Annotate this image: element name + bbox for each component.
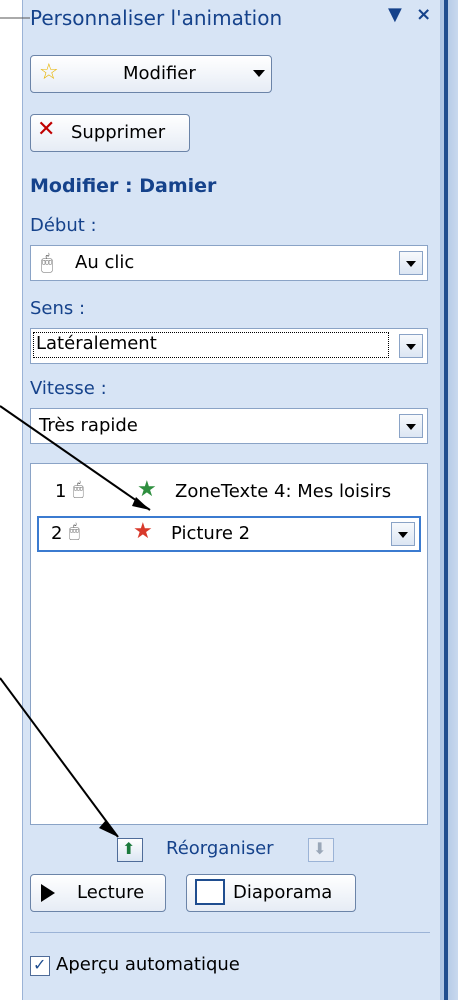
item-label: ZoneTexte 4: Mes loisirs [175, 481, 392, 502]
delete-icon: ✕ [37, 117, 56, 142]
remove-button[interactable]: ✕ Supprimer [30, 114, 190, 152]
title-buttons: ▼ × [380, 4, 431, 25]
effect-icon: ★ [133, 519, 153, 544]
chevron-down-icon [253, 70, 265, 77]
entrance-effect-icon: ★ [137, 477, 157, 502]
slideshow-icon [195, 879, 225, 905]
auto-preview-checkbox[interactable]: ✓ [30, 955, 50, 976]
direction-label: Sens : [30, 298, 86, 319]
mouse-icon: 🖱 [73, 479, 84, 500]
speed-value: Très rapide [39, 415, 138, 436]
remove-button-label: Supprimer [71, 122, 166, 143]
list-item[interactable]: 1 🖱 ★ ZoneTexte 4: Mes loisirs [37, 476, 417, 508]
section-heading: Modifier : Damier [30, 175, 217, 197]
speed-label: Vitesse : [30, 378, 107, 399]
play-button-label: Lecture [77, 882, 145, 903]
item-number: 2 [51, 523, 63, 544]
auto-preview-label: Aperçu automatique [56, 954, 240, 975]
animation-list[interactable]: 1 🖱 ★ ZoneTexte 4: Mes loisirs 2 🖱 ★ Pic… [30, 463, 428, 825]
start-select[interactable]: 🖱 Au clic [30, 245, 428, 281]
chevron-down-icon[interactable] [399, 334, 423, 358]
modify-button-label: Modifier [123, 63, 196, 84]
move-up-button[interactable]: ⬆ [117, 838, 143, 862]
star-icon: ☆ [39, 60, 59, 85]
mouse-icon: 🖱 [41, 250, 53, 274]
move-down-button[interactable]: ⬇ [308, 838, 334, 862]
start-label: Début : [30, 215, 97, 236]
modify-button[interactable]: ☆ Modifier [30, 55, 272, 93]
arrow-up-icon: ⬆ [122, 839, 136, 858]
slideshow-button-label: Diaporama [233, 882, 333, 903]
item-label: Picture 2 [171, 523, 251, 544]
chevron-down-icon[interactable] [399, 251, 423, 275]
chevron-down-icon [398, 532, 408, 538]
close-icon[interactable]: × [416, 4, 431, 25]
list-item-selected[interactable]: 2 🖱 ★ Picture 2 [37, 516, 421, 552]
arrow-down-icon: ⬇ [313, 839, 327, 858]
speed-select[interactable]: Très rapide [30, 408, 428, 444]
chevron-down-icon[interactable] [399, 414, 423, 438]
item-number: 1 [55, 481, 67, 502]
play-button[interactable]: Lecture [30, 874, 166, 912]
divider [30, 932, 430, 933]
checkmark-icon: ✓ [33, 955, 47, 974]
slideshow-button[interactable]: Diaporama [186, 874, 356, 912]
play-icon [41, 884, 55, 902]
pane-title: Personnaliser l'animation [30, 6, 283, 30]
reorder-label: Réorganiser [166, 838, 274, 859]
direction-select[interactable]: Latéralement [30, 328, 428, 364]
item-dropdown[interactable] [391, 522, 415, 546]
pane-menu-icon[interactable]: ▼ [388, 4, 402, 25]
direction-value: Latéralement [33, 332, 389, 358]
start-value: Au clic [75, 252, 135, 273]
mouse-icon: 🖱 [69, 521, 80, 542]
pane-border [440, 0, 458, 1000]
